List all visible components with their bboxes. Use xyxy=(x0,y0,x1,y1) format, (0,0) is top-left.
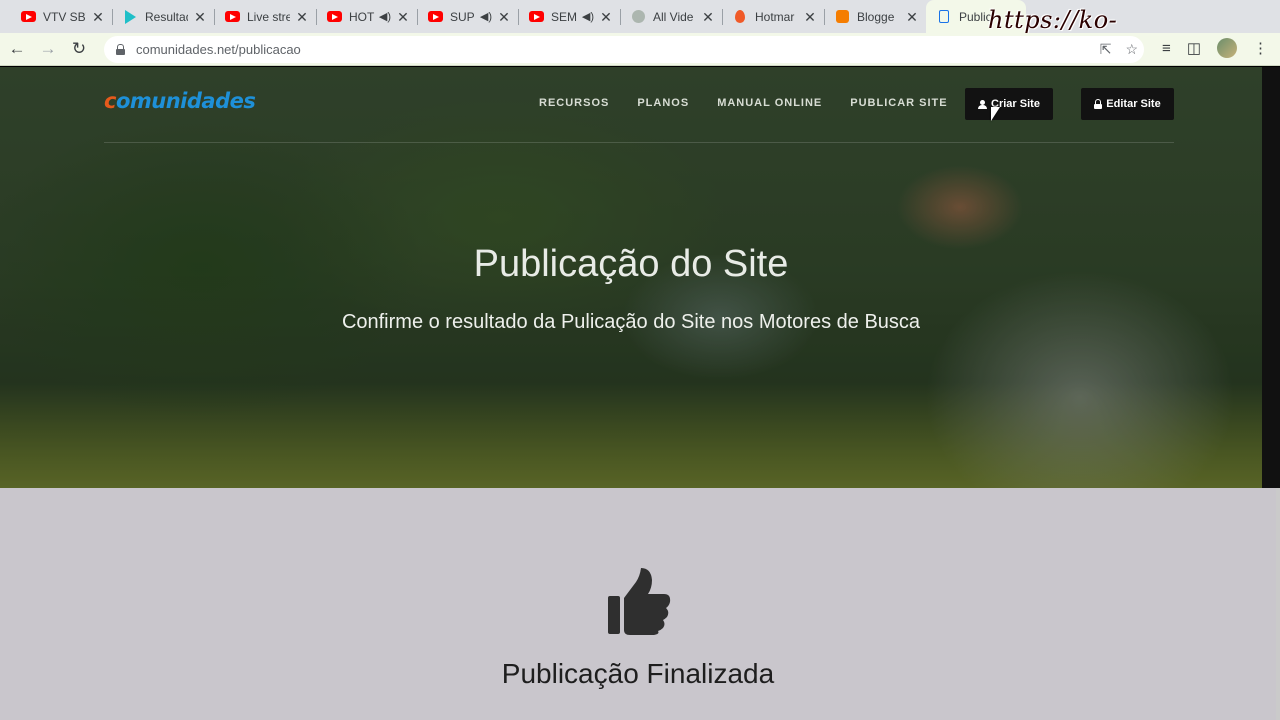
logo-text: omunidades xyxy=(115,89,256,113)
content-panel: Publicação Finalizada xyxy=(0,488,1276,720)
user-plus-icon xyxy=(978,99,988,109)
tab-label: SEM xyxy=(551,9,578,24)
site-logo[interactable]: comunidades xyxy=(104,89,256,113)
thumbs-up-icon xyxy=(608,568,671,635)
speaker-icon[interactable]: ◀) xyxy=(379,10,391,23)
close-icon[interactable]: ✕ xyxy=(90,9,106,25)
youtube-icon xyxy=(326,9,342,25)
hero-subtitle: Confirme o resultado da Pulicação do Sit… xyxy=(341,311,921,333)
close-icon[interactable]: ✕ xyxy=(598,9,614,25)
tab-label: Live stre xyxy=(247,9,290,24)
tab-label: All Vide xyxy=(653,9,694,24)
editar-site-button[interactable]: Editar Site xyxy=(1081,88,1174,120)
browser-toolbar: ← → ↻ comunidades.net/publicacao ⇱ ☆ ≡ ◫… xyxy=(0,33,1280,66)
menu-item-recursos[interactable]: RECURSOS xyxy=(539,97,609,109)
speaker-icon[interactable]: ◀) xyxy=(582,10,594,23)
tab-label: SUP xyxy=(450,9,475,24)
criar-site-button[interactable]: Criar Site xyxy=(965,88,1053,120)
browser-tab[interactable]: SUP ◀) ✕ xyxy=(417,0,518,33)
browser-tab[interactable]: Blogge ✕ xyxy=(824,0,926,33)
close-icon[interactable]: ✕ xyxy=(904,9,920,25)
close-icon[interactable]: ✕ xyxy=(192,9,208,25)
blogger-icon xyxy=(834,9,850,25)
site-header: comunidades RECURSOS PLANOS MANUAL ONLIN… xyxy=(0,67,1262,143)
hero-edge xyxy=(1262,67,1280,488)
browser-tab[interactable]: Live stre ✕ xyxy=(214,0,316,33)
youtube-icon xyxy=(224,9,240,25)
hero-banner: comunidades RECURSOS PLANOS MANUAL ONLIN… xyxy=(0,67,1262,488)
avatar[interactable] xyxy=(1217,38,1237,58)
generic-icon xyxy=(630,9,646,25)
menu-item-publicar-site[interactable]: PUBLICAR SITE xyxy=(850,97,947,109)
back-icon[interactable]: ← xyxy=(3,35,31,63)
browser-tab[interactable]: HOT ◀) ✕ xyxy=(316,0,417,33)
close-icon[interactable]: ✕ xyxy=(294,9,310,25)
youtube-icon xyxy=(528,9,544,25)
youtube-icon xyxy=(20,9,36,25)
close-icon[interactable]: ✕ xyxy=(802,9,818,25)
tab-label: Hotmar xyxy=(755,9,795,24)
page: comunidades RECURSOS PLANOS MANUAL ONLIN… xyxy=(0,67,1280,720)
speaker-icon[interactable]: ◀) xyxy=(480,10,492,23)
media-icon[interactable]: ≡ xyxy=(1162,40,1171,57)
mouse-cursor-icon xyxy=(991,107,1000,121)
flame-icon xyxy=(732,9,748,25)
doc-icon xyxy=(936,9,952,25)
share-icon[interactable]: ⇱ xyxy=(1100,41,1112,58)
browser-tab[interactable]: All Vide ✕ xyxy=(620,0,722,33)
menu-item-manual-online[interactable]: MANUAL ONLINE xyxy=(717,97,822,109)
youtube-icon xyxy=(427,9,443,25)
lock-icon[interactable] xyxy=(116,44,125,55)
address-bar[interactable]: comunidades.net/publicacao ⇱ ☆ xyxy=(104,36,1144,63)
browser-tab[interactable]: SEM ◀) ✕ xyxy=(518,0,620,33)
browser-tab[interactable]: Hotmar ✕ xyxy=(722,0,824,33)
reload-icon[interactable]: ↻ xyxy=(65,35,93,63)
tab-label: Blogge xyxy=(857,9,895,24)
logo-letter: c xyxy=(104,89,116,113)
forward-icon[interactable]: → xyxy=(34,35,62,63)
url-text[interactable]: comunidades.net/publicacao xyxy=(136,42,301,57)
browser-tab[interactable]: VTV SBT ✕ xyxy=(10,0,112,33)
close-icon[interactable]: ✕ xyxy=(496,9,512,25)
lock-icon xyxy=(1094,99,1103,109)
close-icon[interactable]: ✕ xyxy=(395,9,411,25)
bookmark-star-icon[interactable]: ☆ xyxy=(1125,41,1138,58)
tab-label: VTV SBT xyxy=(43,9,86,24)
browser-tab[interactable]: Resultado ✕ xyxy=(112,0,214,33)
menu-item-planos[interactable]: PLANOS xyxy=(637,97,689,109)
side-panel-icon[interactable]: ◫ xyxy=(1187,39,1201,57)
close-icon[interactable]: ✕ xyxy=(700,9,716,25)
content-section: Publicação Finalizada xyxy=(0,488,1280,720)
site-menu: RECURSOS PLANOS MANUAL ONLINE PUBLICAR S… xyxy=(539,97,948,109)
tab-label: HOT xyxy=(349,9,375,24)
tab-label: Resultado xyxy=(145,9,188,24)
play-icon xyxy=(122,9,138,25)
publication-done-title: Publicação Finalizada xyxy=(501,658,775,689)
editar-site-label: Editar Site xyxy=(1106,98,1161,110)
hero-title: Publicação do Site xyxy=(473,243,789,285)
nav-divider xyxy=(104,142,1174,143)
menu-dots-icon[interactable]: ⋮ xyxy=(1253,39,1268,57)
